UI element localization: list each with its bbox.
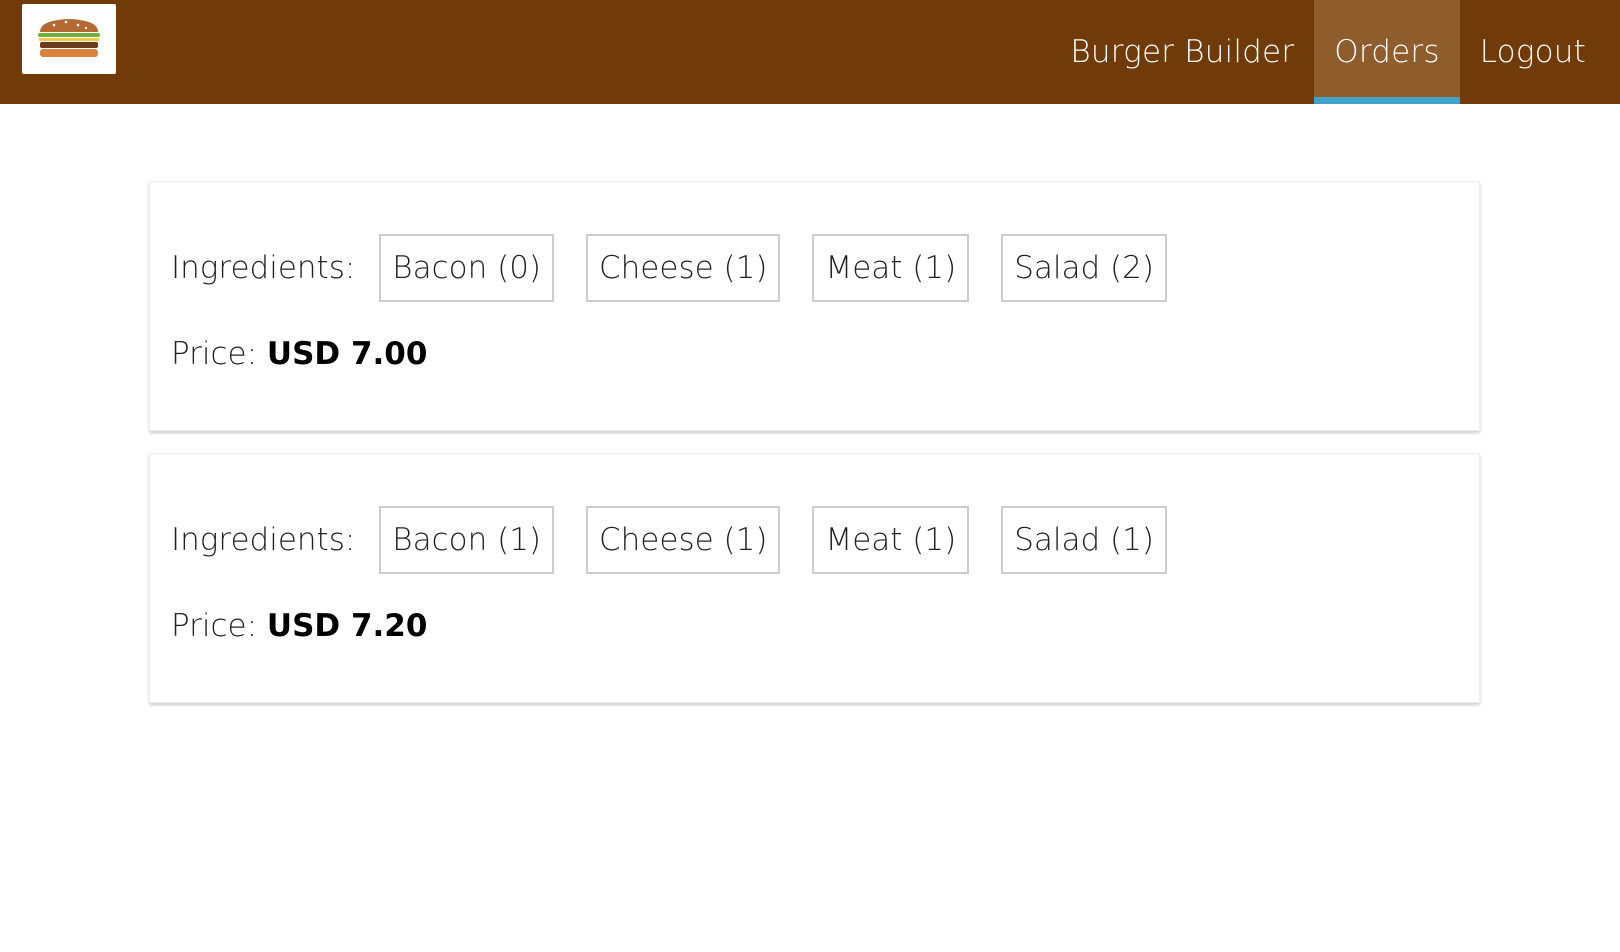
order-card: Ingredients: Bacon (1) Cheese (1) Meat (… <box>149 453 1480 703</box>
price-row: Price: USD 7.20 <box>171 608 1458 644</box>
price-label: Price: <box>171 608 267 644</box>
ingredient-chip-meat: Meat (1) <box>812 506 970 574</box>
orders-list: Ingredients: Bacon (0) Cheese (1) Meat (… <box>149 181 1480 725</box>
ingredient-chip-salad: Salad (1) <box>1001 506 1167 574</box>
ingredients-row: Ingredients: Bacon (0) Cheese (1) Meat (… <box>171 234 1458 302</box>
burger-logo-svg <box>38 19 100 57</box>
ingredient-chip-bacon: Bacon (0) <box>379 234 555 302</box>
main-nav: Burger Builder Orders Logout <box>1050 0 1606 104</box>
price-value: USD 7.00 <box>266 336 428 372</box>
ingredient-chip-cheese: Cheese (1) <box>586 234 781 302</box>
ingredient-chip-meat: Meat (1) <box>812 234 970 302</box>
nav-orders[interactable]: Orders <box>1314 0 1460 104</box>
ingredients-row: Ingredients: Bacon (1) Cheese (1) Meat (… <box>171 506 1458 574</box>
ingredient-chip-bacon: Bacon (1) <box>379 506 555 574</box>
toolbar: Burger Builder Orders Logout <box>0 0 1620 104</box>
price-label: Price: <box>171 336 267 372</box>
nav-burger-builder[interactable]: Burger Builder <box>1050 0 1314 104</box>
burger-logo-icon[interactable] <box>22 4 116 74</box>
ingredients-label: Ingredients: <box>171 250 356 286</box>
order-card: Ingredients: Bacon (0) Cheese (1) Meat (… <box>149 181 1480 431</box>
nav-logout[interactable]: Logout <box>1460 0 1606 104</box>
price-value: USD 7.20 <box>266 608 428 644</box>
ingredients-label: Ingredients: <box>171 522 356 558</box>
ingredient-chip-cheese: Cheese (1) <box>586 506 781 574</box>
ingredient-chip-salad: Salad (2) <box>1001 234 1167 302</box>
price-row: Price: USD 7.00 <box>171 336 1458 372</box>
